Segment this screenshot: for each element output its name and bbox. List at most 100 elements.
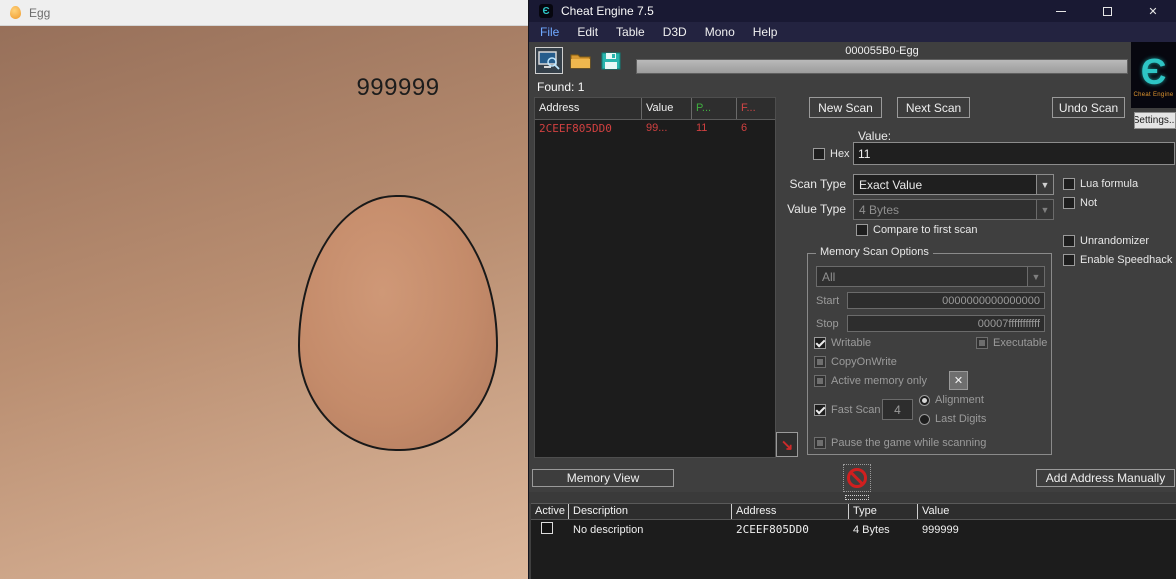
found-result-row[interactable]: 2CEEF805DD0 99... 11 6 (535, 120, 775, 137)
value-input[interactable] (853, 142, 1175, 165)
minimize-icon (1056, 10, 1066, 12)
col-previous[interactable]: P... (692, 98, 737, 119)
enable-speedhack-checkbox[interactable]: Enable Speedhack (1063, 254, 1172, 266)
cheat-engine-logo[interactable]: Є Cheat Engine (1131, 42, 1176, 108)
region-dropdown: All ▼ (816, 266, 1045, 287)
col-active[interactable]: Active (531, 504, 569, 519)
menu-mono[interactable]: Mono (696, 22, 744, 42)
alignment-radio-circle[interactable] (919, 394, 930, 406)
splitter-bar[interactable] (529, 492, 1176, 503)
undo-scan-button[interactable]: Undo Scan (1052, 97, 1125, 118)
col-address[interactable]: Address (732, 504, 849, 519)
copy-on-write-checkbox-box[interactable] (814, 356, 826, 368)
floppy-save-icon (601, 52, 621, 69)
col-type[interactable]: Type (849, 504, 918, 519)
last-digits-radio[interactable]: Last Digits (919, 413, 986, 425)
value-label: Value: (858, 129, 892, 143)
egg-app-icon (10, 6, 21, 19)
splitter-handle[interactable] (845, 495, 869, 500)
not-label: Not (1080, 197, 1098, 209)
executable-label: Executable (993, 337, 1048, 349)
lua-label: Lua formula (1080, 178, 1139, 190)
new-scan-button[interactable]: New Scan (809, 97, 882, 118)
speedhack-checkbox-box[interactable] (1063, 254, 1075, 266)
score-text: 999999 (356, 74, 440, 101)
not-checkbox[interactable]: Not (1063, 197, 1097, 209)
last-digits-radio-circle[interactable] (919, 413, 930, 425)
open-table-button[interactable] (567, 47, 595, 74)
row-value[interactable]: 999999 (918, 524, 1176, 536)
executable-checkbox[interactable]: Executable (976, 337, 1047, 349)
unrandomizer-checkbox[interactable]: Unrandomizer (1063, 235, 1149, 247)
game-viewport: 999999 (0, 26, 528, 579)
game-window: Egg 999999 (0, 0, 528, 579)
alignment-value-input[interactable] (882, 399, 913, 420)
clear-region-button[interactable]: ✕ (949, 371, 968, 390)
save-table-button[interactable] (597, 47, 625, 74)
compare-first-scan-checkbox[interactable]: Compare to first scan (856, 224, 978, 236)
col-first[interactable]: F... (737, 98, 775, 119)
cancel-scan-marquee[interactable] (843, 464, 871, 492)
menu-help[interactable]: Help (744, 22, 787, 42)
logo-caption: Cheat Engine (1133, 92, 1174, 98)
lua-checkbox-box[interactable] (1063, 178, 1075, 190)
pause-label: Pause the game while scanning (831, 437, 987, 449)
hex-checkbox-box[interactable] (813, 148, 825, 160)
egg-sprite[interactable] (298, 195, 498, 451)
fast-scan-checkbox[interactable]: Fast Scan (814, 404, 881, 416)
copy-on-write-label: CopyOnWrite (831, 356, 897, 368)
pause-while-scanning-checkbox[interactable]: Pause the game while scanning (814, 437, 986, 449)
col-address[interactable]: Address (535, 98, 642, 119)
screen: Egg 999999 Є Cheat Engine 7.5 ✕ File Edi… (0, 0, 1176, 579)
window-controls: ✕ (1038, 0, 1176, 22)
col-value[interactable]: Value (642, 98, 692, 119)
maximize-button[interactable] (1084, 0, 1130, 22)
minimize-button[interactable] (1038, 0, 1084, 22)
col-description[interactable]: Description (569, 504, 732, 519)
scan-type-label: Scan Type (789, 177, 846, 191)
menu-file[interactable]: File (531, 22, 568, 42)
start-label: Start (816, 295, 840, 307)
settings-button[interactable]: Settings... (1134, 112, 1176, 129)
unrandomizer-label: Unrandomizer (1080, 235, 1150, 247)
chevron-down-icon: ▼ (1027, 267, 1044, 286)
row-address[interactable]: 2CEEF805DD0 (732, 523, 849, 536)
ce-titlebar[interactable]: Є Cheat Engine 7.5 ✕ (529, 0, 1176, 22)
col-value[interactable]: Value (918, 504, 1176, 519)
writable-checkbox[interactable]: Writable (814, 337, 871, 349)
active-memory-only-checkbox[interactable]: Active memory only (814, 375, 927, 387)
menu-d3d[interactable]: D3D (654, 22, 696, 42)
next-scan-button[interactable]: Next Scan (897, 97, 970, 118)
address-list-row[interactable]: No description 2CEEF805DD0 4 Bytes 99999… (531, 520, 1176, 539)
close-icon: ✕ (1148, 5, 1158, 18)
unrandomizer-checkbox-box[interactable] (1063, 235, 1075, 247)
lua-formula-checkbox[interactable]: Lua formula (1063, 178, 1138, 190)
fast-scan-checkbox-box[interactable] (814, 404, 826, 416)
logo-e-glyph: Є (1140, 51, 1167, 92)
address-list-table[interactable]: Active Description Address Type Value No… (531, 503, 1176, 579)
result-address: 2CEEF805DD0 (539, 122, 612, 135)
row-description[interactable]: No description (569, 524, 732, 536)
game-titlebar[interactable]: Egg (0, 0, 528, 26)
chevron-down-icon[interactable]: ▼ (1036, 175, 1053, 194)
menu-table[interactable]: Table (607, 22, 654, 42)
alignment-radio[interactable]: Alignment (919, 394, 984, 406)
close-button[interactable]: ✕ (1130, 0, 1176, 22)
not-checkbox-box[interactable] (1063, 197, 1075, 209)
hex-checkbox[interactable]: Hex (813, 148, 850, 160)
scan-type-dropdown[interactable]: Exact Value ▼ (853, 174, 1054, 195)
active-memory-checkbox-box[interactable] (814, 375, 826, 387)
writable-checkbox-box[interactable] (814, 337, 826, 349)
pause-checkbox-box[interactable] (814, 437, 826, 449)
found-results-table[interactable]: Address Value P... F... 2CEEF805DD0 99..… (534, 97, 776, 458)
active-checkbox[interactable] (541, 522, 553, 534)
add-address-manually-button[interactable]: Add Address Manually (1036, 469, 1175, 487)
advanced-options-arrow-button[interactable]: ↘ (776, 432, 798, 457)
copy-on-write-checkbox[interactable]: CopyOnWrite (814, 356, 897, 368)
menu-edit[interactable]: Edit (568, 22, 607, 42)
row-type[interactable]: 4 Bytes (849, 524, 918, 536)
compare-checkbox-box[interactable] (856, 224, 868, 236)
memory-view-button[interactable]: Memory View (532, 469, 674, 487)
select-process-button[interactable] (535, 47, 563, 74)
executable-checkbox-box[interactable] (976, 337, 988, 349)
